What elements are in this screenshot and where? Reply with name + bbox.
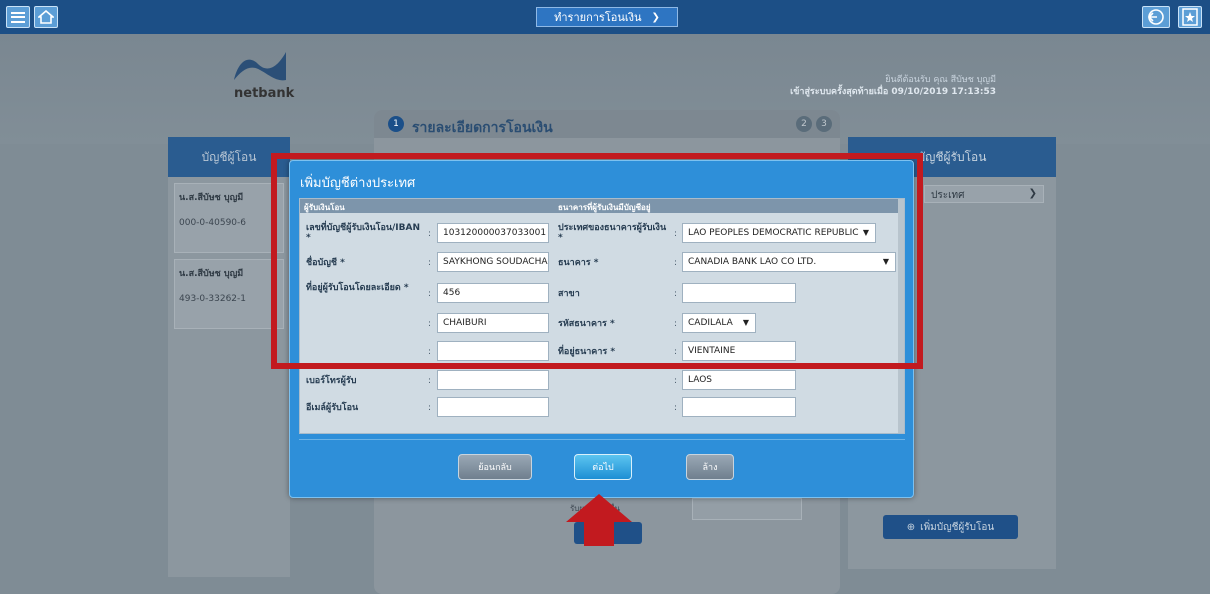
transfer-details-title: รายละเอียดการโอนเงิน: [412, 120, 553, 136]
last-login: เข้าสู่ระบบครั้งสุดท้ายเมื่อ 09/10/2019 …: [790, 87, 996, 97]
logo-text: netbank: [234, 86, 295, 101]
add-payee-button[interactable]: ⊕ เพิ่มบัญชีผู้รับโอน: [883, 515, 1018, 539]
colon: :: [428, 403, 432, 413]
colon: :: [674, 403, 678, 413]
recipient-email-label: อีเมล์ผู้รับโอน: [306, 403, 359, 413]
footer-divider: [299, 439, 905, 440]
netbank-logo-icon: [234, 52, 286, 81]
home-icon: [38, 10, 54, 24]
colon: :: [674, 376, 678, 386]
welcome-info: ยินดีต้อนรับ คุณ สีบัษช บุญมี เข้าสู่ระบ…: [790, 74, 996, 98]
welcome-greeting: ยินดีต้อนรับ คุณ สีบัษช บุญมี: [885, 75, 996, 85]
step-3-indicator: 3: [816, 116, 832, 132]
step-2-indicator: 2: [796, 116, 812, 132]
sender-account-card[interactable]: น.ส.สีบัษช บุญมี 493-0-33262-1: [174, 259, 284, 329]
transaction-menu-dropdown[interactable]: ทำรายการโอนเงิน ❯: [536, 7, 678, 27]
transaction-menu-label: ทำรายการโอนเงิน: [554, 11, 642, 24]
bank-address-line3-input[interactable]: [682, 397, 796, 417]
account-number: 000-0-40590-6: [179, 218, 247, 228]
logout-button[interactable]: [1142, 6, 1170, 28]
account-name: น.ส.สีบัษช บุญมี: [179, 269, 244, 279]
home-button[interactable]: [34, 6, 58, 28]
bank-address-line2-input[interactable]: LAOS: [682, 370, 796, 390]
clear-button[interactable]: ล้าง: [686, 454, 734, 480]
payee-type-select[interactable]: ประเทศ ❯: [924, 185, 1044, 203]
hamburger-icon: [11, 11, 25, 23]
account-number: 493-0-33262-1: [179, 294, 247, 304]
background-input[interactable]: [692, 498, 802, 520]
highlight-box-annotation: [271, 153, 923, 369]
bookmark-star-icon: [1182, 8, 1198, 26]
recipient-phone-label: เบอร์โทรผู้รับ: [306, 376, 357, 386]
step-1-indicator: 1: [388, 116, 404, 132]
back-button[interactable]: ย้อนกลับ: [458, 454, 532, 480]
add-payee-label: เพิ่มบัญชีผู้รับโอน: [920, 521, 995, 533]
recipient-email-input[interactable]: [437, 397, 549, 417]
payee-type-value: ประเทศ: [931, 190, 965, 201]
bookmark-button[interactable]: [1178, 6, 1202, 28]
double-chevron-down-icon: ❯: [1028, 188, 1037, 199]
top-bar: ทำรายการโอนเงิน ❯: [0, 0, 1210, 34]
plus-circle-icon: ⊕: [906, 521, 916, 533]
sender-account-card[interactable]: น.ส.สีบัษช บุญมี 000-0-40590-6: [174, 183, 284, 253]
double-chevron-down-icon: ❯: [651, 11, 660, 23]
next-button[interactable]: ต่อไป: [574, 454, 632, 480]
colon: :: [428, 376, 432, 386]
menu-button[interactable]: [6, 6, 30, 28]
recipient-phone-input[interactable]: [437, 370, 549, 390]
logout-icon: [1147, 9, 1164, 25]
red-arrow-annotation-icon: [566, 494, 632, 546]
account-name: น.ส.สีบัษช บุญมี: [179, 193, 244, 203]
